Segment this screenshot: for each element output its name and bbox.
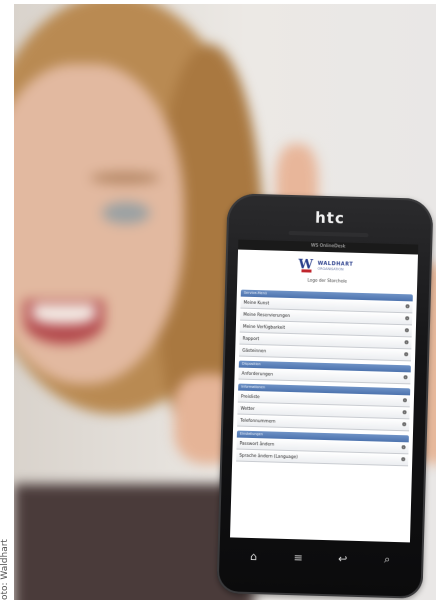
chevron-icon: › <box>405 316 410 321</box>
section-service: Service-Menü Meine Kunst › Meine Reservie… <box>239 289 413 362</box>
chevron-icon: › <box>402 422 407 427</box>
app-logo: W WALDHART ORGANISATION Logo der Storche… <box>237 250 418 295</box>
teeth <box>32 304 96 324</box>
chevron-icon: › <box>404 352 409 357</box>
chevron-icon: › <box>405 304 410 309</box>
eye <box>102 202 150 224</box>
chevron-icon: › <box>404 328 409 333</box>
chevron-icon: › <box>401 445 406 450</box>
back-icon[interactable]: ↩ <box>331 552 355 566</box>
chevron-icon: › <box>401 457 406 462</box>
chevron-icon: › <box>402 410 407 415</box>
logo-tagline: ORGANISATION <box>317 266 344 272</box>
photo-credit: oto: Waldhart <box>0 539 10 600</box>
section-einstellungen: Einstellungen Passwort ändern › Sprache ä… <box>236 430 409 467</box>
logo-accent <box>301 269 312 273</box>
phone-brand-logo: htc <box>314 208 346 228</box>
photo: htc WS OnlineDesk W WALDHART ORGANISATIO… <box>14 4 436 600</box>
home-icon[interactable]: ⌂ <box>242 549 266 563</box>
chevron-icon: › <box>402 398 407 403</box>
logo-caption: Logo der Storchele <box>307 277 348 284</box>
phone-screen: WS OnlineDesk W WALDHART ORGANISATION Lo… <box>230 239 419 543</box>
smartphone: htc WS OnlineDesk W WALDHART ORGANISATIO… <box>216 193 434 599</box>
phone-nav-bar: ⌂ ≡ ↩ ⌕ <box>231 543 410 572</box>
eyebrow <box>90 172 160 184</box>
chevron-icon: › <box>404 340 409 345</box>
section-disposition: Disposition Anforderungen › <box>238 360 411 385</box>
section-informationen: Informationen Preisliste › Wetter › Telefo… <box>237 383 411 432</box>
phone-speaker <box>288 230 369 238</box>
chevron-icon: › <box>403 375 408 380</box>
menu-icon[interactable]: ≡ <box>286 550 310 564</box>
search-icon[interactable]: ⌕ <box>375 552 399 567</box>
